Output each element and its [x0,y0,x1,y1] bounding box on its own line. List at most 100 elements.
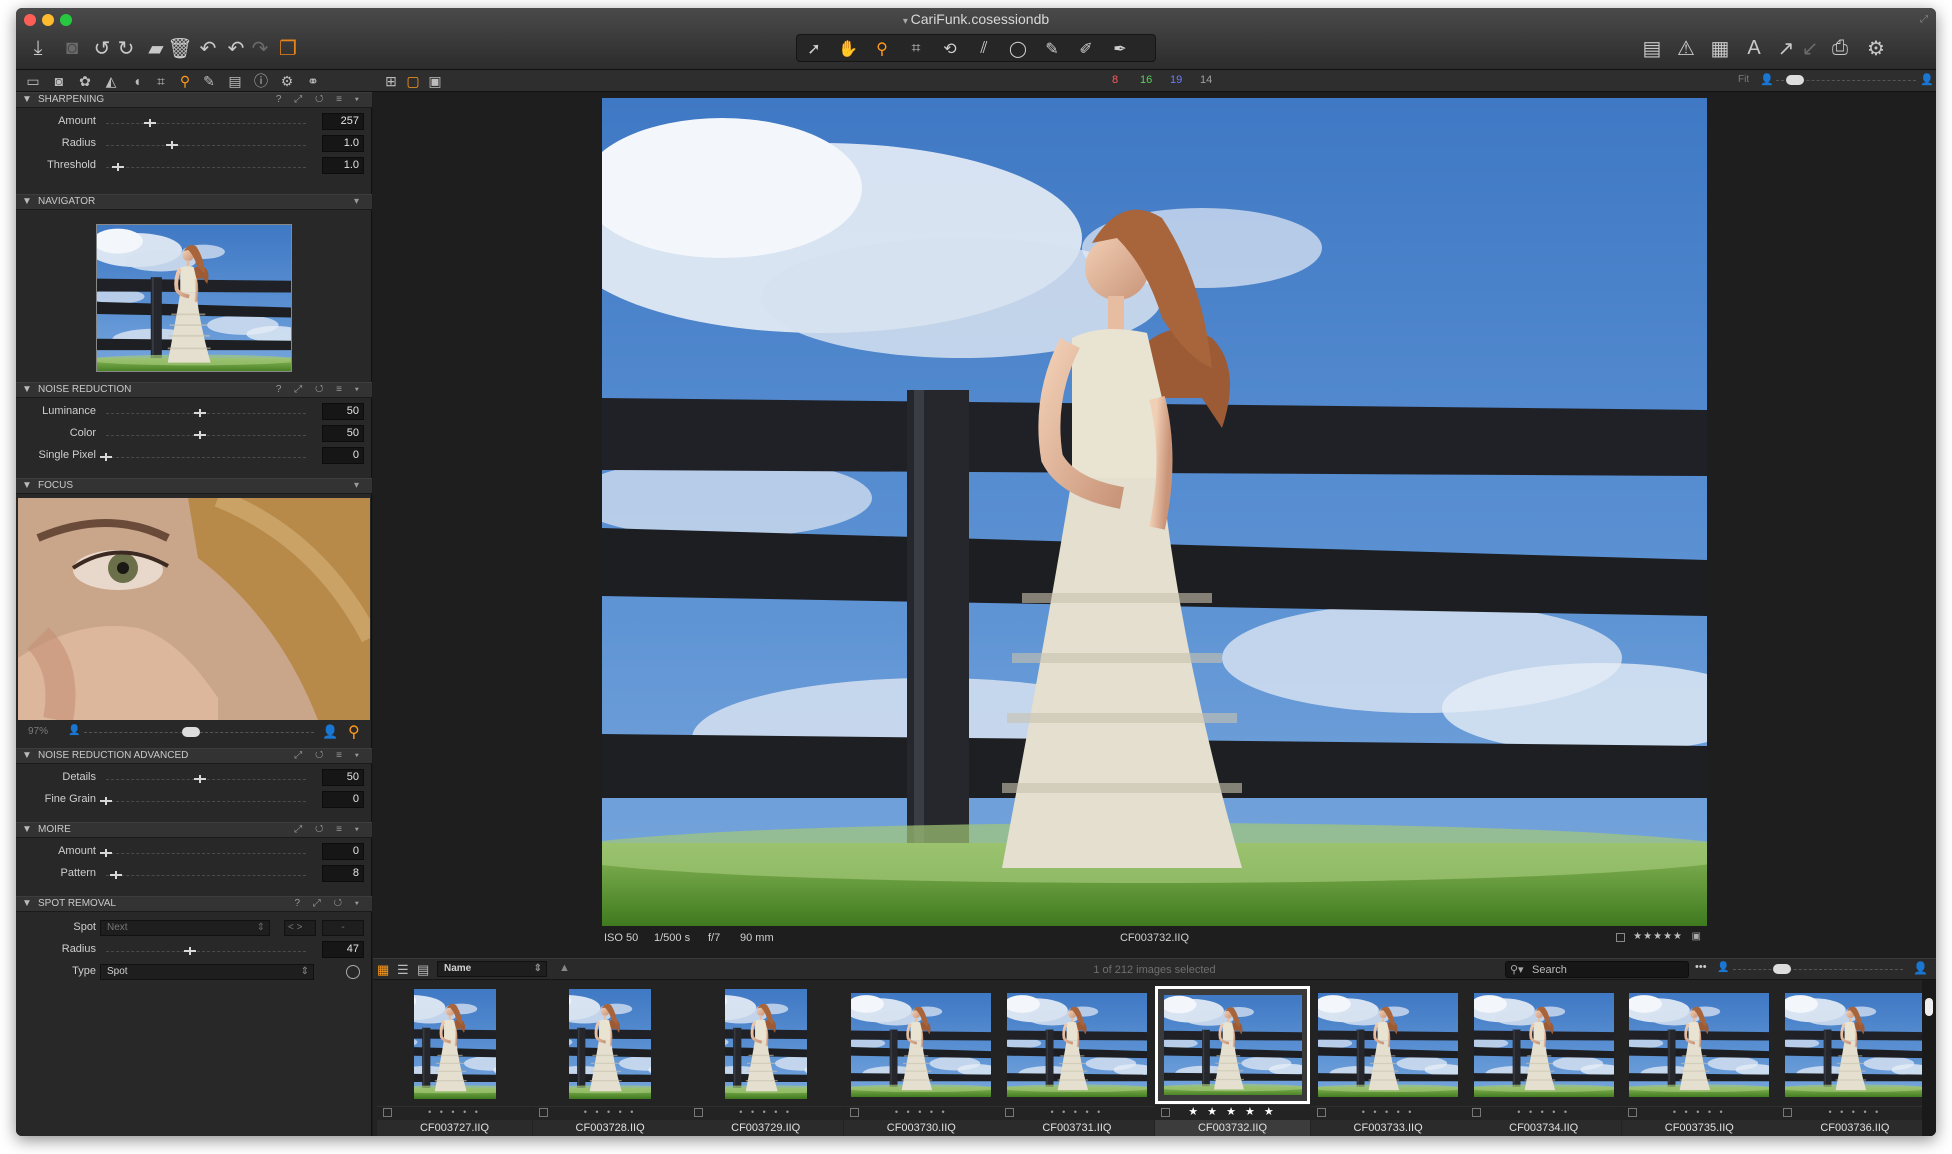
slider-value[interactable]: 0 [322,447,364,464]
loupe-icon[interactable]: ⚲ [865,36,899,62]
slider-value[interactable]: 1.0 [322,135,364,152]
picker-icon[interactable]: ✒ [1103,36,1137,62]
thumbnail-size-slider[interactable] [1733,969,1903,970]
slider-track[interactable] [106,123,306,124]
delete-spot-button[interactable]: - [322,920,364,936]
spot-removal-header[interactable]: ▼ SPOT REMOVAL ? ⤢ ↺ ▾ [16,896,372,912]
disclosure-triangle-icon[interactable]: ▼ [22,898,32,909]
adjustments-tab-icon[interactable]: ⚙ [276,72,298,90]
import-icon[interactable]: ⤓ [24,34,52,62]
thumbnail-item[interactable]: • • • • • CF003735.IIQ [1621,980,1777,1136]
prev-next-spot-buttons[interactable]: < > [284,920,316,936]
slider-value[interactable]: 50 [322,403,364,420]
slider-knob[interactable] [112,163,124,172]
grid-view-icon[interactable]: ⊞ [380,72,402,90]
thumbnail-rating[interactable]: • • • • • [843,1106,999,1118]
multi-view-icon[interactable]: ▣ [424,72,446,90]
slider-value[interactable]: 1.0 [322,157,364,174]
thumbnail-rating[interactable]: • • • • • [688,1106,844,1118]
slider-track[interactable] [106,853,306,854]
section-controls[interactable]: ⤢ ↺ ≡ ▾ [294,750,364,761]
slider-track[interactable] [106,145,306,146]
navigator-thumbnail[interactable] [96,224,292,372]
grid-icon[interactable]: ▦ [1706,34,1734,62]
exposure-tab-icon[interactable]: ◭ [100,72,122,90]
slider-value[interactable]: 0 [322,791,364,808]
thumbnail-rating[interactable]: • • • • • [377,1106,532,1118]
thumbnail-item[interactable]: ★ ★ ★ ★ ★ CF003732.IIQ [1155,980,1310,1136]
slider-track[interactable] [106,435,306,436]
undo-history-icon[interactable]: ↶ [194,34,222,62]
thumbnail-rating[interactable]: • • • • • [1466,1106,1622,1118]
focus-closeup[interactable] [18,498,370,720]
thumbnail-size-knob[interactable] [1773,964,1791,974]
thumbnail-rating[interactable]: ★ ★ ★ ★ ★ [1155,1104,1310,1118]
slider-knob[interactable] [194,775,206,784]
slider-knob[interactable] [100,849,112,858]
select-checkbox[interactable] [1616,933,1625,942]
keystone-icon[interactable]: ⫽ [967,36,1001,62]
spot-select[interactable]: Next ⇕ [100,920,270,936]
disclosure-triangle-icon[interactable]: ▼ [22,384,32,395]
crop-icon[interactable]: ⌗ [899,36,933,62]
exposure-warning-icon[interactable]: ⚠ [1672,34,1700,62]
spot-removal-icon[interactable]: ◯ [1001,36,1035,62]
section-menu-icon[interactable]: ▾ [354,480,364,491]
redo-icon[interactable]: ↷ [246,34,274,62]
focus-zoom-knob[interactable] [182,727,200,737]
slider-track[interactable] [106,167,306,168]
disclosure-triangle-icon[interactable]: ▼ [22,94,32,105]
color-tag-icon[interactable]: ▣ [1692,931,1701,942]
metadata-tab-icon[interactable]: ▤ [224,72,246,90]
spot-circle-icon[interactable] [346,965,360,979]
noise-reduction-header[interactable]: ▼ NOISE REDUCTION ? ⤢ ↺ ≡ ▾ [16,382,372,398]
thumbnail-item[interactable]: • • • • • CF003731.IIQ [999,980,1155,1136]
output-tab-icon[interactable]: ⓘ [250,72,272,90]
slider-track[interactable] [106,875,306,876]
search-options-icon[interactable]: ••• [1695,961,1707,973]
thumbnail-rating[interactable]: • • • • • [532,1106,688,1118]
slider-track[interactable] [106,413,306,414]
trash-icon[interactable]: 🗑 [166,34,194,62]
color-tab-icon[interactable]: ✿ [74,72,96,90]
thumbnail-rating[interactable]: • • • • • [1777,1106,1933,1118]
zoom-out-person-icon[interactable]: 👤 [68,725,80,736]
radius-value[interactable]: 47 [322,941,364,958]
slider-knob[interactable] [100,797,112,806]
section-controls[interactable]: ? ⤢ ↺ ▾ [294,898,364,909]
lens-tab-icon[interactable]: ◖ [126,72,148,90]
main-photo[interactable] [602,98,1707,926]
section-menu-icon[interactable]: ▾ [354,196,364,207]
slider-value[interactable]: 0 [322,843,364,860]
slider-knob[interactable] [166,141,178,150]
slider-track[interactable] [106,457,306,458]
pan-icon[interactable]: ✋ [831,36,865,62]
apply-adjustments-icon[interactable]: ↙ [1796,34,1824,62]
print-icon[interactable]: ⎙ [1826,34,1854,62]
section-controls[interactable]: ? ⤢ ↺ ≡ ▾ [276,384,364,395]
rotate-tool-icon[interactable]: ⟲ [933,36,967,62]
search-input[interactable]: ⚲▾ Search [1505,961,1689,978]
thumbnail-item[interactable]: • • • • • CF003733.IIQ [1310,980,1466,1136]
section-controls[interactable]: ⤢ ↺ ≡ ▾ [294,824,364,835]
type-select[interactable]: Spot ⇕ [100,964,314,980]
thumbnail-item[interactable]: • • • • • CF003734.IIQ [1466,980,1622,1136]
brush-icon[interactable]: ✎ [1035,36,1069,62]
noise-reduction-advanced-header[interactable]: ▼ NOISE REDUCTION ADVANCED ⤢ ↺ ≡ ▾ [16,748,372,764]
disclosure-triangle-icon[interactable]: ▼ [22,750,32,761]
thumbnail-item[interactable]: • • • • • CF003728.IIQ [532,980,688,1136]
sharpening-header[interactable]: ▼ SHARPENING ? ⤢ ↺ ≡ ▾ [16,92,372,108]
slider-track[interactable] [106,779,306,780]
local-adjustments-tab-icon[interactable]: ✎ [198,72,220,90]
composition-tab-icon[interactable]: ⌗ [150,72,172,90]
rotate-right-icon[interactable]: ↻ [112,34,140,62]
zoom-in-person-icon[interactable]: 👤 [322,724,338,740]
camera-icon[interactable]: ◙ [58,34,86,62]
slider-knob[interactable] [194,431,206,440]
slider-knob[interactable] [194,409,206,418]
slider-value[interactable]: 50 [322,425,364,442]
slider-value[interactable]: 50 [322,769,364,786]
eraser-icon[interactable]: ✐ [1069,36,1103,62]
library-tab-icon[interactable]: ▭ [22,72,44,90]
moire-header[interactable]: ▼ MOIRE ⤢ ↺ ≡ ▾ [16,822,372,838]
